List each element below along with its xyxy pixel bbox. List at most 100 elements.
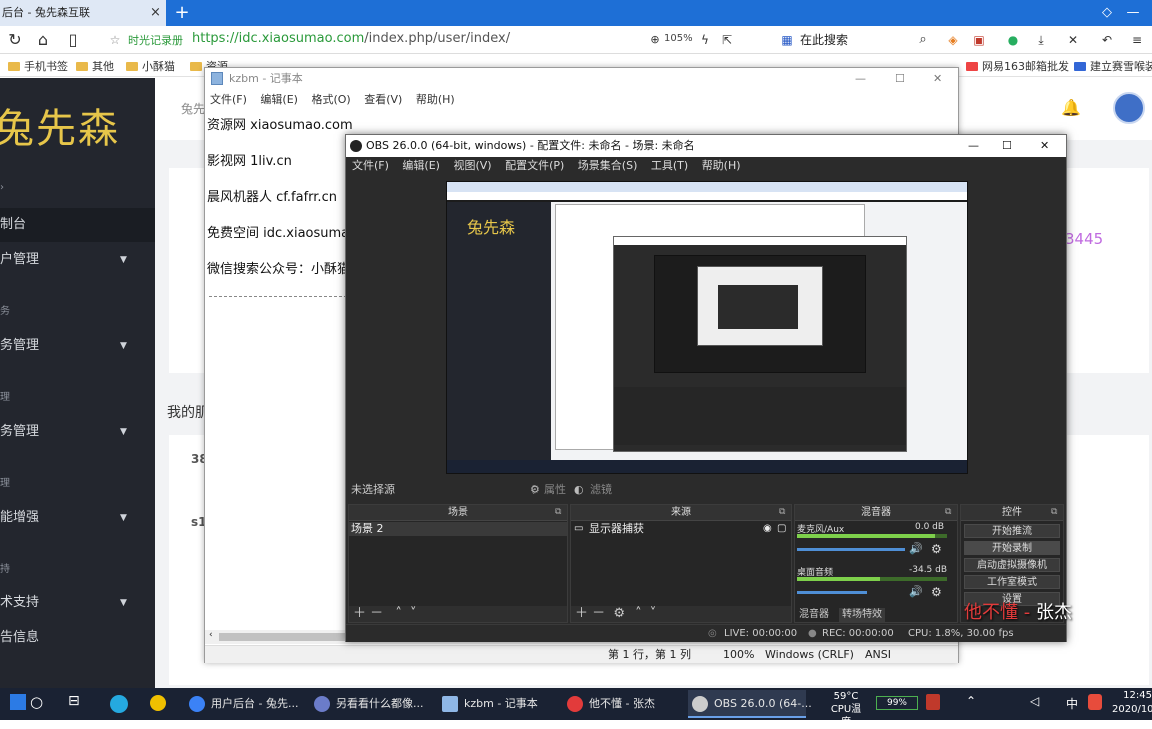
- remove-icon[interactable]: －: [370, 606, 383, 621]
- app-tray-icon[interactable]: [926, 694, 940, 710]
- menu-help[interactable]: 帮助(H): [702, 159, 741, 172]
- browser-tab[interactable]: 后台 - 兔先森互联 ×: [0, 0, 166, 26]
- menu-edit[interactable]: 编辑(E): [402, 159, 440, 172]
- add-icon[interactable]: ＋: [353, 606, 366, 621]
- qq-icon[interactable]: [150, 695, 166, 711]
- bookmark-item[interactable]: 网易163邮箱批发: [966, 58, 1069, 74]
- menu-tools[interactable]: 工具(T): [651, 159, 688, 172]
- menu-help[interactable]: 帮助(H): [416, 93, 455, 106]
- scrollbar-thumb[interactable]: [219, 633, 347, 641]
- tab-mixer[interactable]: 混音器: [799, 608, 829, 622]
- menu-file[interactable]: 文件(F): [210, 93, 247, 106]
- sidebar-item-users[interactable]: 户管理 ▼: [0, 243, 155, 277]
- close-icon[interactable]: ✕: [933, 68, 942, 90]
- taskbar-app-notepad[interactable]: kzbm - 记事本: [438, 690, 556, 718]
- tab-transitions[interactable]: 转场特效: [839, 608, 885, 622]
- menu-format[interactable]: 格式(O): [311, 93, 350, 106]
- eye-icon[interactable]: ◉: [763, 522, 772, 536]
- start-streaming-button[interactable]: 开始推流: [964, 524, 1060, 538]
- dock-icon[interactable]: ⧉: [555, 507, 561, 517]
- speaker-icon[interactable]: 🔊: [909, 542, 923, 555]
- refresh-icon[interactable]: ↻: [4, 28, 26, 52]
- browser-pin-icon[interactable]: [110, 695, 128, 713]
- bolt-icon[interactable]: ϟ: [694, 28, 716, 52]
- home-icon[interactable]: ⌂: [32, 28, 54, 52]
- obs-preview[interactable]: 兔先森: [446, 181, 968, 474]
- menu-scene-collection[interactable]: 场景集合(S): [578, 159, 638, 172]
- extension-icon[interactable]: ▣: [968, 28, 990, 52]
- bookmark-item[interactable]: 建立赛雪喉装: [1074, 58, 1152, 74]
- grammarly-icon[interactable]: ●: [1002, 28, 1024, 52]
- taskbar-app-music[interactable]: 他不懂 - 张杰: [563, 690, 681, 718]
- down-icon[interactable]: ˅: [410, 606, 417, 621]
- menu-profile[interactable]: 配置文件(P): [505, 159, 564, 172]
- chevron-up-icon[interactable]: ⌃: [966, 694, 976, 708]
- battery-indicator[interactable]: 99%: [876, 696, 918, 710]
- sidebar-item-features[interactable]: 能增强 ▼: [0, 501, 155, 535]
- clock[interactable]: 12:45 2020/10: [1112, 689, 1152, 717]
- task-view-icon[interactable]: ⊟: [68, 693, 80, 709]
- search-icon[interactable]: ⌕: [912, 28, 934, 52]
- menu-icon[interactable]: ≡: [1126, 28, 1148, 52]
- gear-icon[interactable]: ⚙: [931, 542, 942, 556]
- bookmark-item[interactable]: 小酥猫: [126, 58, 175, 74]
- start-virtual-camera-button[interactable]: 启动虚拟摄像机: [964, 558, 1060, 572]
- scene-item[interactable]: 场景 2: [349, 522, 567, 536]
- sidebar-item-services[interactable]: 务管理 ▼: [0, 329, 155, 363]
- search-engine-icon[interactable]: ▦: [776, 28, 798, 52]
- minimize-icon[interactable]: —: [968, 135, 979, 157]
- sidebar-item-dashboard[interactable]: 制台: [0, 208, 155, 242]
- ime-indicator[interactable]: 中: [1066, 695, 1078, 712]
- sidebar-item-notices[interactable]: 告信息: [0, 621, 155, 655]
- volume-icon[interactable]: ◁: [1030, 694, 1039, 708]
- new-tab-button[interactable]: +: [172, 0, 192, 26]
- start-recording-button[interactable]: 开始录制: [964, 541, 1060, 555]
- studio-mode-button[interactable]: 工作室模式: [964, 575, 1060, 589]
- reader-icon[interactable]: ▯: [62, 28, 84, 52]
- up-icon[interactable]: ˄: [635, 606, 642, 621]
- bookmark-item[interactable]: 手机书签: [8, 58, 68, 74]
- taskbar-app-chat[interactable]: 另看看什么都像...: [310, 690, 432, 718]
- undo-icon[interactable]: ↶: [1096, 28, 1118, 52]
- download-icon[interactable]: ⤓: [1030, 28, 1052, 52]
- avatar[interactable]: [1113, 92, 1145, 124]
- tab-close-icon[interactable]: ×: [150, 0, 164, 26]
- star-icon[interactable]: ☆: [104, 28, 126, 52]
- bookmark-item[interactable]: 其他: [76, 58, 114, 74]
- source-item[interactable]: ▭ 显示器捕获 ◉ ▢: [571, 522, 791, 536]
- menu-view[interactable]: 视图(V): [453, 159, 491, 172]
- remove-icon[interactable]: －: [592, 606, 605, 621]
- filters-button[interactable]: 滤镜: [590, 479, 612, 501]
- shirt-icon[interactable]: ◇: [1094, 0, 1120, 26]
- sidebar-item-support[interactable]: 术支持 ▼: [0, 586, 155, 620]
- zoom-icon[interactable]: ⊕: [644, 28, 666, 52]
- taskbar-app-browser[interactable]: 用户后台 - 兔先...: [185, 690, 305, 718]
- sidebar-item-services-2[interactable]: 务管理 ▼: [0, 415, 155, 449]
- volume-slider[interactable]: [797, 548, 905, 551]
- dock-icon[interactable]: ⧉: [945, 507, 951, 517]
- properties-button[interactable]: 属性: [544, 479, 566, 501]
- maximize-icon[interactable]: ☐: [1002, 135, 1012, 157]
- obs-window[interactable]: OBS 26.0.0 (64-bit, windows) - 配置文件: 未命名…: [345, 134, 1067, 642]
- lock-icon[interactable]: ▢: [777, 522, 786, 536]
- volume-slider[interactable]: [797, 591, 867, 594]
- gear-icon[interactable]: ⚙: [931, 585, 942, 599]
- sogou-icon[interactable]: [1088, 694, 1102, 710]
- menu-view[interactable]: 查看(V): [364, 93, 402, 106]
- dock-icon[interactable]: ⧉: [1051, 507, 1057, 517]
- close-icon[interactable]: ✕: [1040, 135, 1049, 157]
- search-icon[interactable]: ○: [30, 693, 43, 711]
- gamepad-icon[interactable]: ◈: [942, 28, 964, 52]
- start-icon[interactable]: [10, 694, 26, 710]
- menu-file[interactable]: 文件(F): [352, 159, 389, 172]
- maximize-icon[interactable]: ☐: [895, 68, 905, 90]
- minimize-icon[interactable]: —: [855, 68, 866, 90]
- scroll-left-icon[interactable]: ‹: [209, 630, 213, 640]
- up-icon[interactable]: ˄: [395, 606, 402, 621]
- url-field[interactable]: https://idc.xiaosumao.com/index.php/user…: [192, 31, 510, 46]
- obs-title-bar[interactable]: OBS 26.0.0 (64-bit, windows) - 配置文件: 未命名…: [346, 135, 1066, 157]
- share-icon[interactable]: ⇱: [716, 28, 738, 52]
- speaker-icon[interactable]: 🔊: [909, 585, 923, 598]
- gear-icon[interactable]: ⚙: [613, 606, 625, 621]
- menu-edit[interactable]: 编辑(E): [260, 93, 298, 106]
